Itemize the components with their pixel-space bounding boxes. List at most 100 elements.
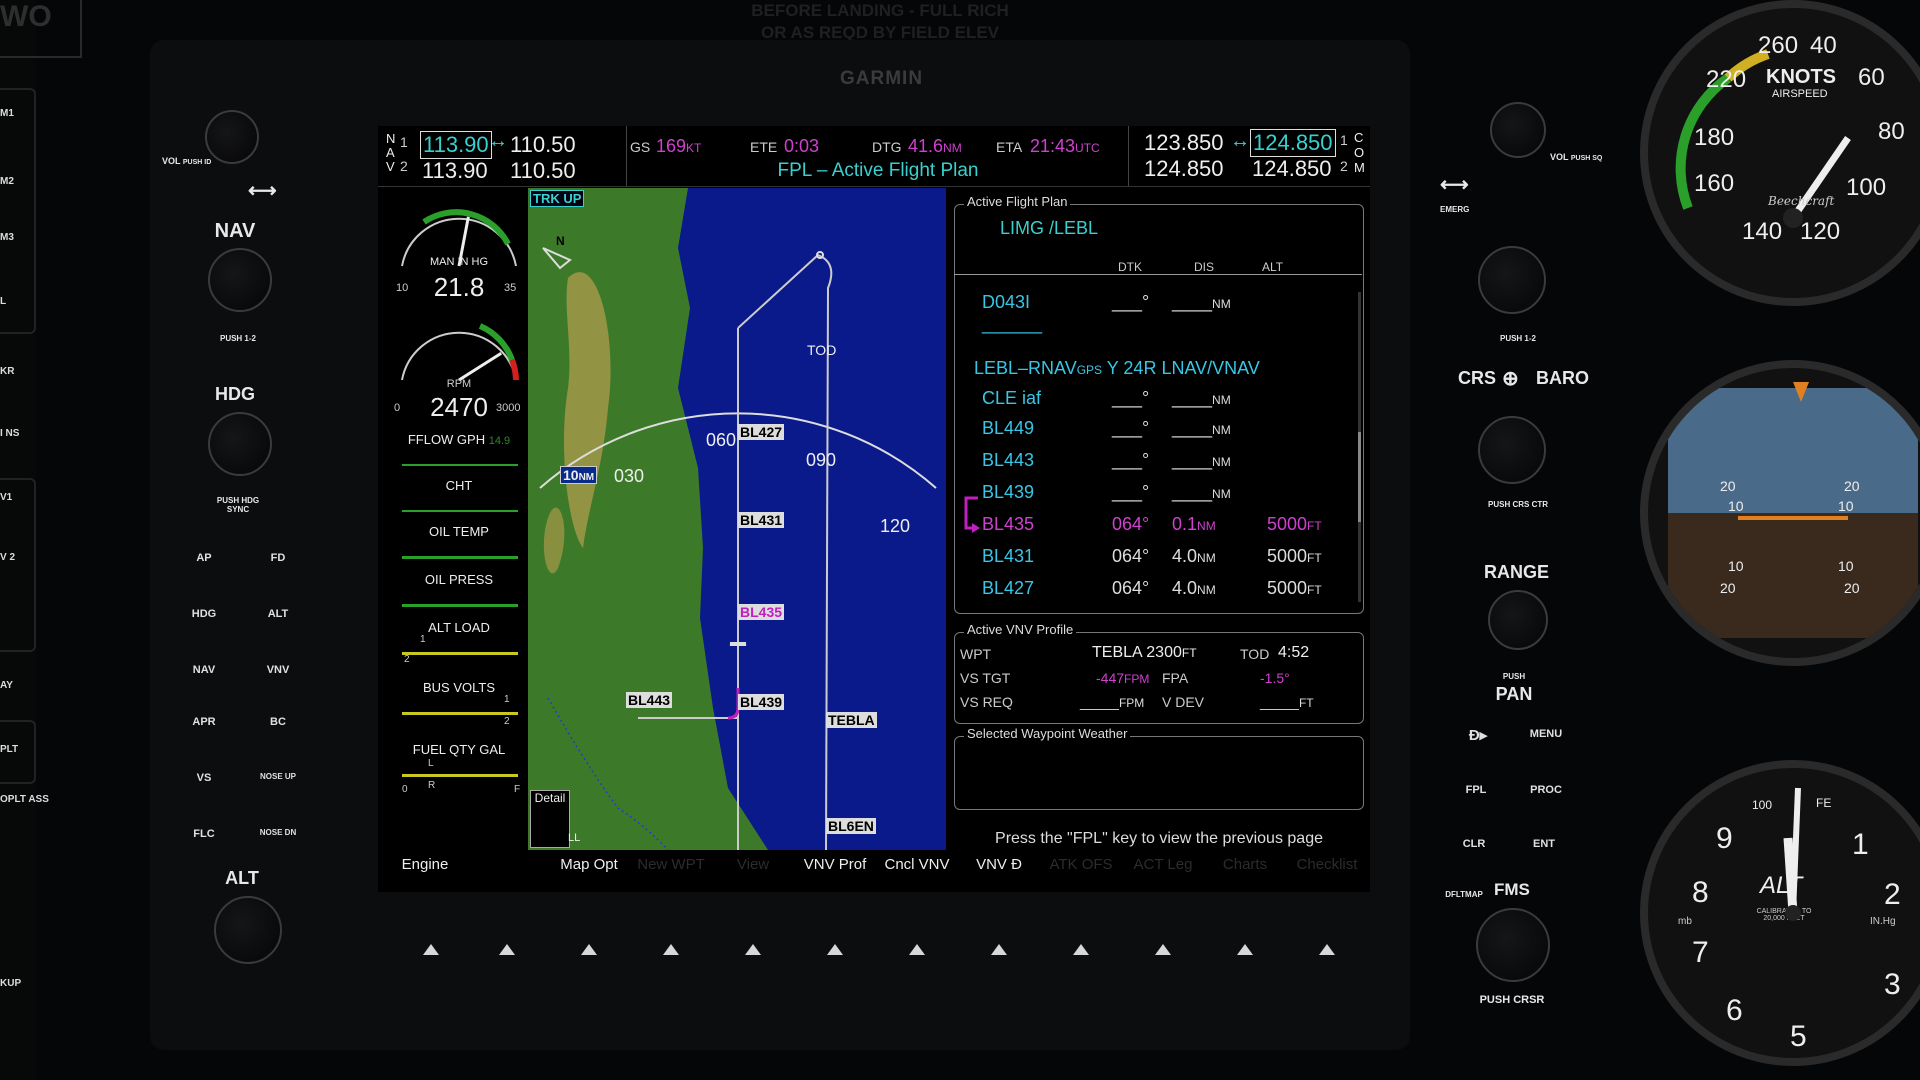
detail-box[interactable]: Detail <box>530 790 570 848</box>
waypoint-bl439[interactable]: BL439 <box>738 694 785 710</box>
header-divider <box>954 274 1362 275</box>
softkey-8[interactable]: VNV Đ <box>958 856 1040 880</box>
procedure-gps: GPS <box>1076 363 1103 377</box>
softkey-button-11[interactable] <box>1237 944 1253 955</box>
softkey-4[interactable]: New WPT <box>630 856 712 880</box>
ap-button-nav[interactable]: NAV <box>174 664 234 676</box>
flight-plan-row[interactable]: BL443 ___° ____NM <box>952 450 1352 480</box>
waypoint-bl431[interactable]: BL431 <box>738 512 785 528</box>
com1-active-freq[interactable]: 123.850 <box>1144 130 1224 156</box>
softkey-2[interactable] <box>466 856 548 880</box>
alt-knob[interactable] <box>214 896 282 964</box>
distance-unit: NM <box>1197 551 1216 565</box>
softkey-button-6[interactable] <box>827 944 843 955</box>
ap-button-nose-up[interactable]: NOSE UP <box>248 772 308 781</box>
clr-button[interactable]: CLR <box>1444 838 1504 850</box>
fflow-value: 14.9 <box>488 435 511 447</box>
softkey-button-8[interactable] <box>991 944 1007 955</box>
ap-button-bc[interactable]: BC <box>248 716 308 728</box>
trk-up-label[interactable]: TRK UP <box>530 190 585 207</box>
ap-button-fd[interactable]: FD <box>248 552 308 564</box>
distance: ____NM <box>1172 482 1231 503</box>
softkey-3[interactable]: Map Opt <box>548 856 630 880</box>
direct-to-icon[interactable]: Ð▸ <box>1448 726 1508 744</box>
ap-button-hdg[interactable]: HDG <box>174 608 234 620</box>
double-arrow-icon[interactable]: ⟷ <box>248 178 277 203</box>
ap-button-alt[interactable]: ALT <box>248 608 308 620</box>
waypoint-bl6en[interactable]: BL6EN <box>826 818 876 834</box>
scrollbar-thumb[interactable] <box>1358 432 1361 522</box>
softkey-button-2[interactable] <box>499 944 515 955</box>
com-swap-icon-display[interactable]: ↔ <box>1230 130 1250 153</box>
gs-number: 169 <box>656 136 687 156</box>
softkey-6[interactable]: VNV Prof <box>794 856 876 880</box>
nav-knob[interactable] <box>208 248 272 312</box>
softkey-button-12[interactable] <box>1319 944 1335 955</box>
softkey-10[interactable]: ACT Leg <box>1122 856 1204 880</box>
softkey-12[interactable]: Checklist <box>1286 856 1368 880</box>
softkey-button-4[interactable] <box>663 944 679 955</box>
com-vol-knob[interactable] <box>1490 102 1546 158</box>
com-knob[interactable] <box>1478 246 1546 314</box>
dtg-number: 41.6 <box>908 136 944 156</box>
ap-button-nose-dn[interactable]: NOSE DN <box>248 828 308 837</box>
crs-baro-knob[interactable] <box>1478 416 1546 484</box>
nav-swap-icon[interactable]: ↔ <box>488 130 508 153</box>
com2-active-freq[interactable]: 124.850 <box>1144 156 1224 182</box>
hdg-knob[interactable] <box>208 412 272 476</box>
waypoint-bl443[interactable]: BL443 <box>626 692 673 708</box>
waypoint-bl435[interactable]: BL435 <box>738 604 785 620</box>
ap-button-apr[interactable]: APR <box>174 716 234 728</box>
nav2-active-freq[interactable]: 113.90 <box>422 158 488 184</box>
ap-button-ap[interactable]: AP <box>174 552 234 564</box>
vol-knob[interactable] <box>205 110 259 164</box>
softkey-7[interactable]: Cncl VNV <box>876 856 958 880</box>
pitch-10-left: 10 <box>1728 498 1744 514</box>
ap-button-flc[interactable]: FLC <box>174 828 234 840</box>
range-pan-joystick[interactable] <box>1488 590 1548 650</box>
softkey-button-7[interactable] <box>909 944 925 955</box>
flight-plan-row[interactable]: CLE iaf ___° ____NM <box>952 388 1352 418</box>
proc-button[interactable]: PROC <box>1516 784 1576 796</box>
approach-procedure[interactable]: LEBL–RNAVGPS Y 24R LNAV/VNAV <box>974 358 1260 379</box>
vnv-vsreq-unit: FPM <box>1118 696 1145 710</box>
nav1-standby-freq[interactable]: 110.50 <box>510 132 576 158</box>
softkey-5[interactable]: View <box>712 856 794 880</box>
desired-track: 064° <box>1112 514 1150 534</box>
waypoint-tebla[interactable]: TEBLA <box>826 712 877 728</box>
softkey-button-1[interactable] <box>423 944 439 955</box>
route-label[interactable]: LIMG /LEBL <box>1000 218 1098 239</box>
softkey-button-5[interactable] <box>745 944 761 955</box>
flight-plan-row[interactable]: BL431 064° 4.0NM 5000FT <box>952 546 1352 576</box>
softkey-button-3[interactable] <box>581 944 597 955</box>
com-swap-icon[interactable]: ⟷ <box>1440 172 1469 197</box>
com1-standby-freq[interactable]: 124.850 <box>1250 129 1336 157</box>
moving-map[interactable]: TRK UP N 10NM 030 060 090 120 TOD BL427 … <box>528 188 946 850</box>
ent-button[interactable]: ENT <box>1514 838 1574 850</box>
nav2-num: 2 <box>400 158 408 174</box>
vnv-tod-value: 4:52 <box>1278 644 1310 661</box>
nav1-active-freq[interactable]: 113.90 <box>420 131 492 159</box>
com2-standby-freq[interactable]: 124.850 <box>1252 156 1332 182</box>
softkey-11[interactable]: Charts <box>1204 856 1286 880</box>
distance-unit: NM <box>1212 487 1231 501</box>
softkey-button-9[interactable] <box>1073 944 1089 955</box>
ap-button-vnv[interactable]: VNV <box>248 664 308 676</box>
softkey-9[interactable]: ATK OFS <box>1040 856 1122 880</box>
waypoint-bl427[interactable]: BL427 <box>738 424 785 440</box>
fpl-button[interactable]: FPL <box>1446 784 1506 796</box>
flight-plan-row[interactable]: ______ <box>952 314 1352 350</box>
ap-button-vs[interactable]: VS <box>174 772 234 784</box>
flight-plan-row[interactable]: BL427 064° 4.0NM 5000FT <box>952 578 1352 608</box>
flight-plan-row[interactable]: BL439 ___° ____NM <box>952 482 1352 512</box>
oil-press-label: OIL PRESS <box>424 572 494 587</box>
softkey-button-10[interactable] <box>1155 944 1171 955</box>
flight-plan-row[interactable]: BL435 064° 0.1NM 5000FT <box>952 514 1352 544</box>
brand-logo: GARMIN <box>840 68 924 89</box>
softkey-1[interactable]: Engine <box>384 856 466 880</box>
nav2-standby-freq[interactable]: 110.50 <box>510 158 576 184</box>
menu-button[interactable]: MENU <box>1516 728 1576 740</box>
flight-plan-row[interactable]: BL449 ___° ____NM <box>952 418 1352 448</box>
fms-knob[interactable] <box>1476 908 1550 982</box>
airspeed-unit: KNOTS <box>1766 66 1836 88</box>
